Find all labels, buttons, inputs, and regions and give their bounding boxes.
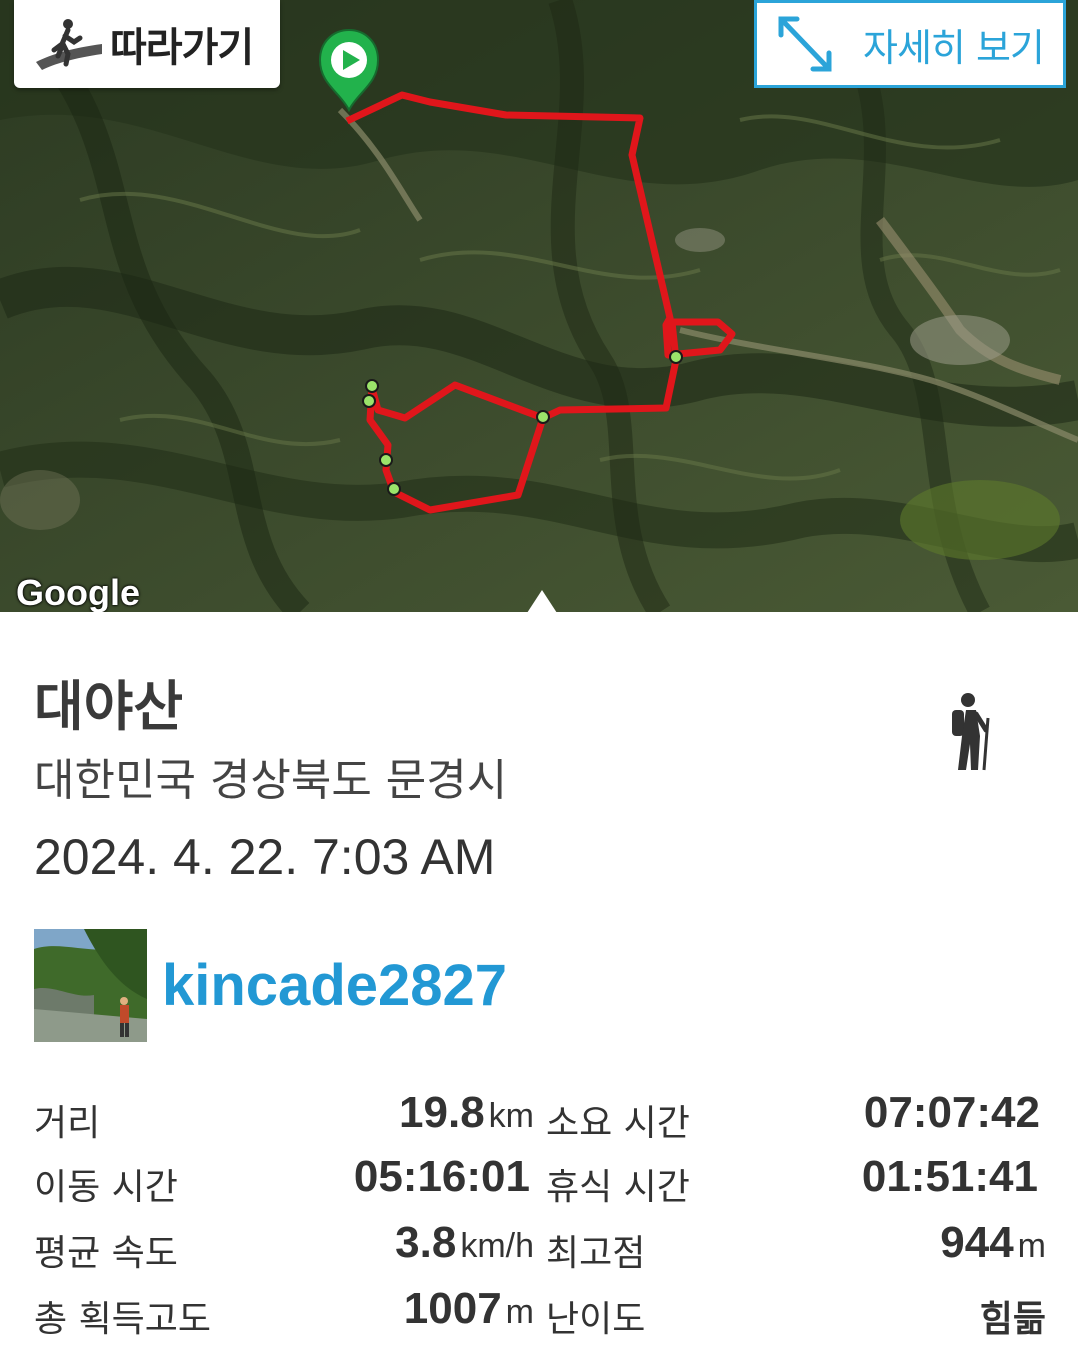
elevation-gain-value: 1007 m bbox=[403, 1284, 534, 1333]
avg-speed-label: 평균 속도 bbox=[34, 1233, 178, 1274]
map-view[interactable]: 따라가기 자세히 보기 Google bbox=[0, 0, 1078, 612]
satellite-terrain bbox=[0, 0, 1078, 612]
callout-pointer bbox=[527, 590, 557, 612]
total-time-value: 07:07:42 bbox=[863, 1088, 1040, 1137]
user-name-link[interactable]: kincade2827 bbox=[162, 952, 507, 1019]
distance-label: 거리 bbox=[34, 1103, 101, 1144]
distance-value: 19.8 km bbox=[399, 1088, 534, 1137]
difficulty-label: 난이도 bbox=[546, 1299, 646, 1340]
avg-speed-value: 3.8 km/h bbox=[395, 1218, 534, 1267]
max-elevation-label: 최고점 bbox=[546, 1233, 646, 1274]
rest-time-label: 휴식 시간 bbox=[546, 1167, 690, 1208]
rest-time-value: 01:51:41 bbox=[861, 1152, 1038, 1201]
elevation-gain-label: 총 획득고도 bbox=[34, 1299, 212, 1340]
total-time-label: 소요 시간 bbox=[546, 1103, 690, 1144]
moving-time-label: 이동 시간 bbox=[34, 1167, 178, 1208]
expand-icon bbox=[778, 16, 832, 72]
max-elevation-value: 944 m bbox=[940, 1218, 1046, 1267]
difficulty-value: 힘듦 bbox=[979, 1299, 1046, 1340]
follow-button[interactable]: 따라가기 bbox=[14, 0, 280, 88]
follow-walk-icon bbox=[36, 19, 102, 70]
hiking-icon bbox=[952, 693, 990, 771]
google-attribution: Google bbox=[16, 572, 140, 612]
detail-view-button[interactable]: 자세히 보기 bbox=[754, 0, 1066, 88]
follow-label: 따라가기 bbox=[110, 25, 254, 71]
track-datetime: 2024. 4. 22. 7:03 AM bbox=[34, 829, 496, 885]
track-title: 대야산 bbox=[34, 675, 184, 738]
user-avatar[interactable] bbox=[34, 929, 147, 1042]
moving-time-value: 05:16:01 bbox=[353, 1152, 530, 1201]
track-location: 대한민국 경상북도 문경시 bbox=[34, 755, 508, 806]
detail-view-label: 자세히 보기 bbox=[863, 25, 1045, 70]
